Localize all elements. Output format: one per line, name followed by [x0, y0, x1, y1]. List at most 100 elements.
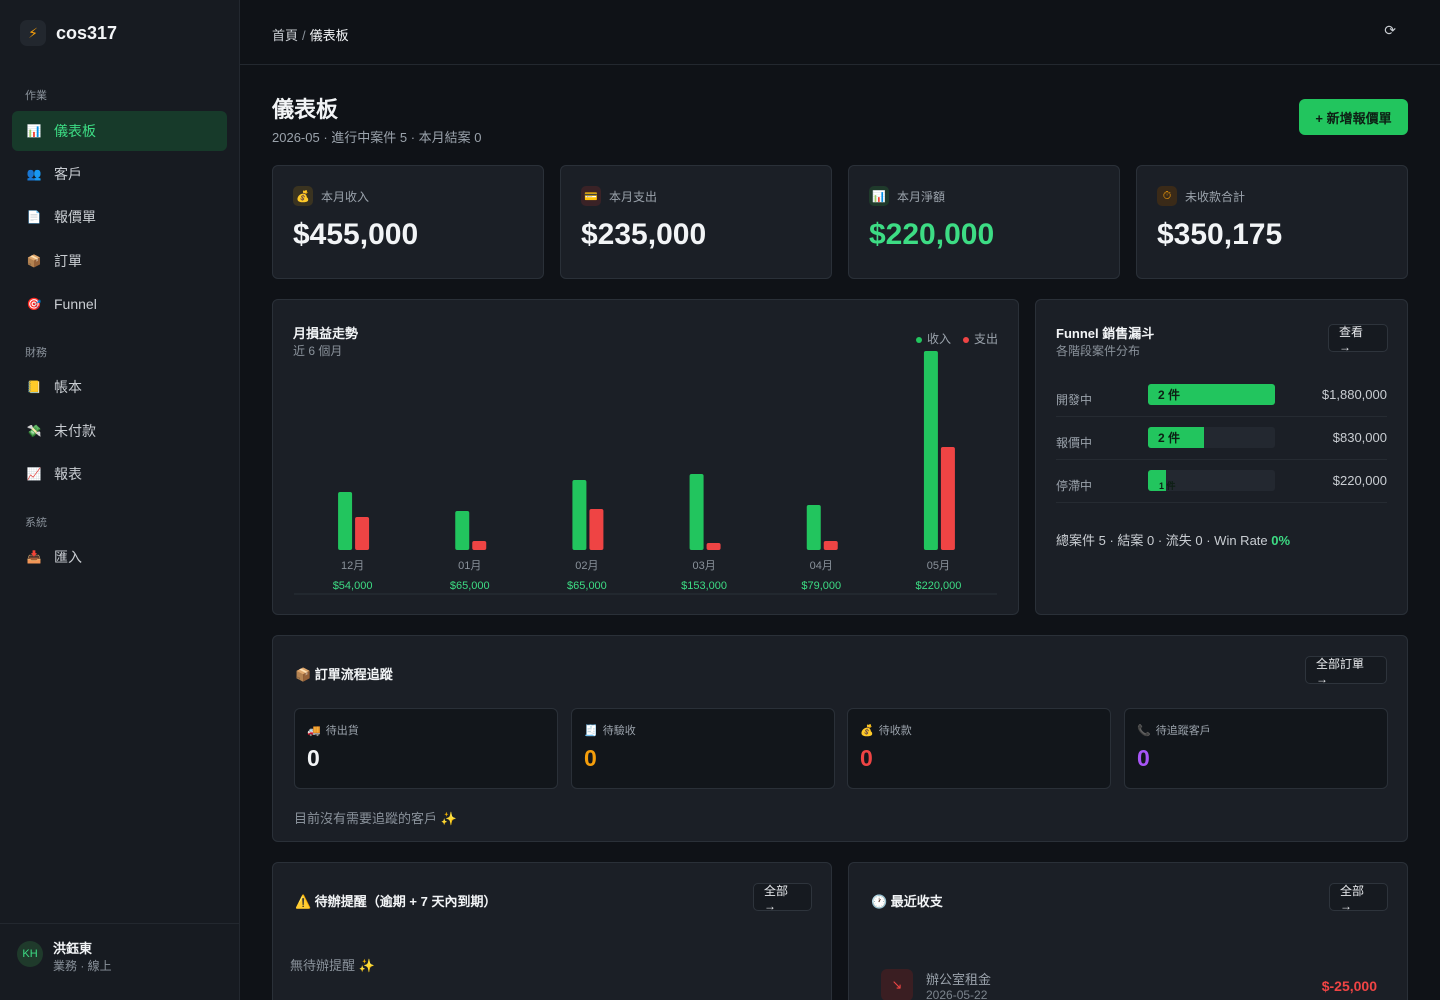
- phone-icon: 📞: [1137, 724, 1151, 737]
- tile-label: 待驗收: [602, 725, 636, 737]
- document-icon: 📄: [26, 210, 42, 224]
- breadcrumb-current: 儀表板: [309, 28, 349, 43]
- refresh-icon[interactable]: ⟳: [1384, 22, 1396, 39]
- card-title: 📦 訂單流程追蹤: [295, 667, 393, 682]
- orders-card: 📦 訂單流程追蹤 全部訂單 → 🚚 待出貨 0 🧾 待驗收 0 💰 待收款 0 📞 待追…: [272, 635, 1408, 842]
- income-bar[interactable]: [455, 511, 470, 550]
- sidebar-item-label: 匯入: [54, 549, 82, 565]
- stat-card-income: 💰 本月收入 $455,000: [272, 165, 544, 279]
- expense-bar[interactable]: [706, 543, 721, 550]
- sidebar-item-dashboard[interactable]: 📊 儀表板: [12, 111, 227, 151]
- funnel-bar-track: 2 件: [1148, 427, 1275, 448]
- sidebar-item-orders[interactable]: 📦 訂單: [12, 241, 227, 281]
- sidebar-item-ledger[interactable]: 📒 帳本: [12, 367, 227, 407]
- sidebar-item-label: 儀表板: [54, 123, 96, 139]
- card-title: ⚠️ 待辦提醒（逾期 + 7 天內到期）: [295, 894, 497, 909]
- funnel-stage-label: 報價中: [1056, 436, 1093, 450]
- inbox-icon: 📥: [26, 550, 42, 564]
- nav-section-label: 系統: [25, 517, 47, 529]
- ledger-icon: 📒: [26, 380, 42, 394]
- sidebar-item-funnel[interactable]: 🎯 Funnel: [12, 284, 227, 324]
- sidebar-item-label: 帳本: [54, 379, 82, 395]
- order-tile-acceptance[interactable]: 🧾 待驗收 0: [571, 708, 835, 789]
- recent-date: 2026-05-22: [926, 988, 988, 1000]
- income-bar[interactable]: [923, 351, 938, 550]
- expense-bar[interactable]: [940, 447, 955, 550]
- order-tile-followup[interactable]: 📞 待追蹤客戶 0: [1124, 708, 1388, 789]
- expense-bar[interactable]: [823, 541, 838, 550]
- money-bag-icon: 💰: [293, 186, 313, 206]
- sidebar-item-customers[interactable]: 👥 客戶: [12, 154, 227, 194]
- tile-value: 0: [584, 745, 597, 771]
- funnel-row[interactable]: 停滯中 1 件 $220,000: [1056, 460, 1387, 503]
- truck-icon: 🚚: [307, 724, 321, 737]
- chart-icon: 📊: [26, 124, 42, 138]
- user-role: 業務 · 線上: [53, 959, 112, 973]
- trend-card: 月損益走勢 近 6 個月 收入 支出 12月 $54,000 01月 $65,000 0…: [272, 299, 1019, 615]
- bolt-icon: ⚡: [20, 20, 46, 46]
- all-orders-button[interactable]: 全部訂單 →: [1305, 656, 1387, 686]
- funnel-row[interactable]: 開發中 2 件 $1,880,000: [1056, 374, 1387, 417]
- funnel-stage-label: 停滯中: [1056, 479, 1093, 493]
- funnel-bar-track: 1 件: [1148, 470, 1275, 491]
- nav-section-label: 財務: [25, 347, 47, 359]
- x-tick-label: 01月: [458, 560, 481, 572]
- funnel-amount: $830,000: [1332, 430, 1387, 445]
- sidebar-item-import[interactable]: 📥 匯入: [12, 537, 227, 577]
- timer-icon: ⏱: [1157, 186, 1177, 206]
- sidebar-item-label: Funnel: [54, 296, 97, 312]
- arrow-down-right-icon: ↘: [881, 969, 913, 1000]
- funnel-amount: $1,880,000: [1321, 387, 1387, 402]
- tile-label: 待追蹤客戶: [1155, 725, 1211, 737]
- user-panel[interactable]: KH 洪鈺東 業務 · 線上: [0, 923, 239, 1000]
- all-recent-button[interactable]: 全部 →: [1329, 883, 1388, 913]
- stat-value: $455,000: [293, 218, 419, 251]
- brand[interactable]: ⚡ cos317: [20, 20, 117, 46]
- recent-title: 辦公室租金: [926, 972, 992, 987]
- sidebar-item-quotes[interactable]: 📄 報價單: [12, 197, 227, 237]
- income-bar[interactable]: [338, 492, 353, 550]
- sidebar-item-label: 客戶: [54, 166, 82, 182]
- sidebar-item-unpaid[interactable]: 💸 未付款: [12, 411, 227, 451]
- topbar: 首頁 / 儀表板 ⟳: [240, 0, 1440, 65]
- x-tick-label: 04月: [810, 560, 833, 572]
- income-bar[interactable]: [689, 474, 704, 550]
- receipt-icon: 🧾: [584, 724, 598, 737]
- avatar: KH: [17, 941, 43, 967]
- new-quote-button[interactable]: + 新增報價單: [1299, 99, 1408, 135]
- sidebar-item-label: 報價單: [54, 209, 96, 225]
- tile-value: 0: [307, 745, 320, 771]
- stat-label: 本月收入: [321, 189, 370, 204]
- breadcrumb-home[interactable]: 首頁: [272, 28, 298, 43]
- income-bar[interactable]: [572, 480, 587, 550]
- net-value-label: $220,000: [915, 580, 961, 592]
- tile-label: 待收款: [878, 725, 912, 737]
- order-tile-shipping[interactable]: 🚚 待出貨 0: [294, 708, 558, 789]
- net-value-label: $65,000: [450, 580, 490, 592]
- sidebar-item-reports[interactable]: 📈 報表: [12, 454, 227, 494]
- x-tick-label: 12月: [341, 560, 364, 572]
- net-value-label: $54,000: [333, 580, 373, 592]
- funnel-bar: 2 件: [1148, 427, 1204, 448]
- net-value-label: $65,000: [567, 580, 607, 592]
- funnel-summary: 總案件 5 · 結案 0 · 流失 0 · Win Rate 0%: [1056, 533, 1291, 548]
- win-rate: 0%: [1271, 533, 1291, 548]
- card-title: 🕐 最近收支: [871, 894, 943, 909]
- recent-item[interactable]: ↘ 辦公室租金 2026-05-22 $-25,000: [881, 969, 1377, 1000]
- funnel-card: Funnel 銷售漏斗 各階段案件分布 查看 → 開發中 2 件 $1,880,…: [1035, 299, 1408, 615]
- funnel-view-button[interactable]: 查看 →: [1328, 324, 1388, 354]
- breadcrumb: 首頁 / 儀表板: [272, 28, 349, 43]
- sidebar: ⚡ cos317 作業 📊 儀表板 👥 客戶 📄 報價單 📦 訂單 🎯 Funn…: [0, 0, 240, 1000]
- expense-bar[interactable]: [589, 509, 604, 550]
- expense-bar[interactable]: [355, 517, 370, 550]
- all-reminders-button[interactable]: 全部 →: [753, 883, 812, 913]
- income-bar[interactable]: [806, 505, 821, 550]
- trend-up-icon: 📈: [26, 467, 42, 481]
- funnel-bar-track: 2 件: [1148, 384, 1275, 405]
- expense-bar[interactable]: [472, 541, 487, 550]
- x-tick-label: 02月: [575, 560, 598, 572]
- reminders-card: ⚠️ 待辦提醒（逾期 + 7 天內到期） 全部 → 無待辦提醒 ✨: [272, 862, 832, 1000]
- order-tile-collection[interactable]: 💰 待收款 0: [847, 708, 1111, 789]
- page-title: 儀表板: [272, 97, 339, 122]
- funnel-row[interactable]: 報價中 2 件 $830,000: [1056, 417, 1387, 460]
